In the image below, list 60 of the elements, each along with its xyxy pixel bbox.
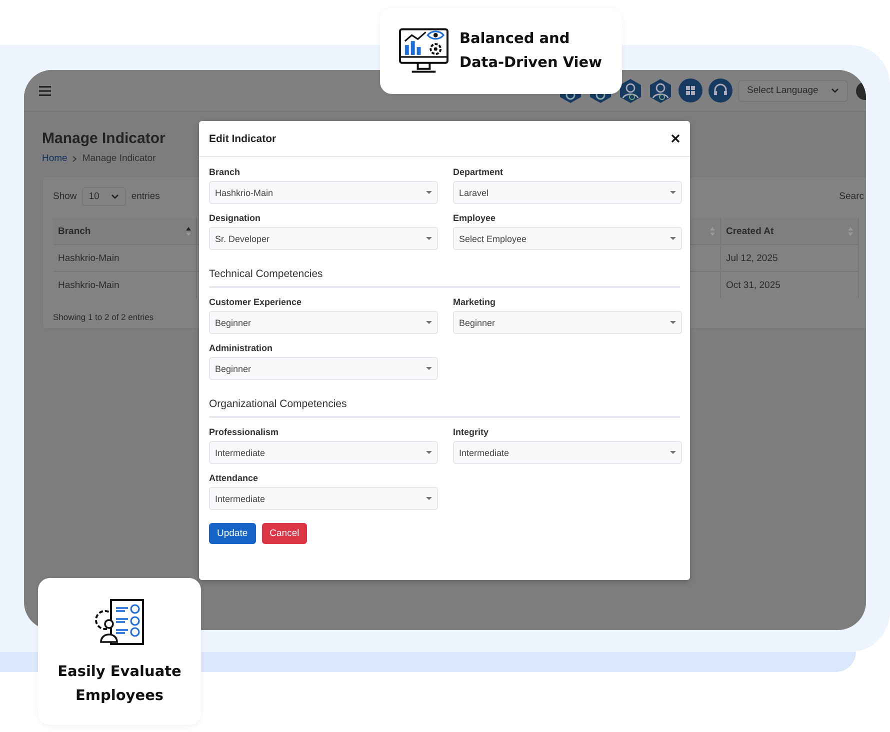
field-label: Professionalism xyxy=(209,427,280,437)
show-label: Show xyxy=(53,191,77,202)
select-field[interactable]: Select Employee xyxy=(453,227,682,250)
close-icon[interactable] xyxy=(671,134,680,143)
feature-title: Balanced and Data-Driven View xyxy=(459,30,604,73)
checklist-icon xyxy=(92,598,146,646)
select-field[interactable]: Beginner xyxy=(453,311,682,334)
select-field[interactable]: Intermediate xyxy=(209,441,438,464)
caret-icon xyxy=(426,497,432,500)
update-button[interactable]: Update xyxy=(209,523,256,544)
caret-icon xyxy=(426,237,432,240)
select-field[interactable]: Hashkrio-Main xyxy=(209,181,438,204)
select-field[interactable]: Intermediate xyxy=(453,441,682,464)
page-title: Manage Indicator xyxy=(42,130,166,147)
field-label: Branch xyxy=(209,167,242,177)
select-field[interactable]: Beginner xyxy=(209,311,438,334)
caret-icon xyxy=(426,191,432,194)
table-cell: Oct 31, 2025 xyxy=(721,271,859,298)
field-label: Department xyxy=(453,167,504,177)
entries-select[interactable]: 10 xyxy=(82,187,126,206)
entries-label: entries xyxy=(131,191,160,202)
headset-icon[interactable] xyxy=(708,78,733,104)
menu-icon[interactable] xyxy=(39,86,51,96)
language-select[interactable]: Select Language xyxy=(738,80,848,102)
section-heading: Organizational Competencies xyxy=(209,398,680,418)
user-check-icon[interactable] xyxy=(648,78,673,104)
field-label: Marketing xyxy=(453,297,497,307)
chevron-right-icon xyxy=(72,156,78,162)
breadcrumb-current: Manage Indicator xyxy=(82,153,156,164)
cancel-button[interactable]: Cancel xyxy=(262,523,308,544)
field-label: Integrity xyxy=(453,427,490,437)
caret-icon xyxy=(426,451,432,454)
caret-icon xyxy=(426,321,432,324)
section-heading: Technical Competencies xyxy=(209,268,680,288)
field-label: Employee xyxy=(453,213,497,223)
chevron-down-icon xyxy=(111,194,120,199)
field-label: Attendance xyxy=(209,473,260,483)
caret-icon xyxy=(670,237,676,240)
field-label: Designation xyxy=(209,213,262,223)
feature-title: Easily Evaluate Employees xyxy=(56,663,182,706)
dialog-title: Edit Indicator xyxy=(209,132,276,144)
select-field[interactable]: Intermediate xyxy=(209,487,438,510)
select-field[interactable]: Laravel xyxy=(453,181,682,204)
field-label: Administration xyxy=(209,343,274,353)
table-cell: Hashkrio-Main xyxy=(53,271,197,298)
search-label: Searc xyxy=(839,191,864,202)
chevron-down-icon xyxy=(831,88,839,93)
table-cell: Hashkrio-Main xyxy=(53,244,197,271)
select-field[interactable]: Sr. Developer xyxy=(209,227,438,250)
caret-icon xyxy=(670,451,676,454)
caret-icon xyxy=(670,191,676,194)
sort-icon[interactable] xyxy=(186,226,191,236)
grid-icon[interactable] xyxy=(678,78,703,104)
caret-icon xyxy=(426,367,432,370)
select-field[interactable]: Beginner xyxy=(209,357,438,380)
field-label: Customer Experience xyxy=(209,297,303,307)
table-cell: Jul 12, 2025 xyxy=(721,244,859,271)
user-check-icon[interactable] xyxy=(618,78,643,104)
caret-icon xyxy=(670,321,676,324)
table-info: Showing 1 to 2 of 2 entries xyxy=(53,312,154,322)
